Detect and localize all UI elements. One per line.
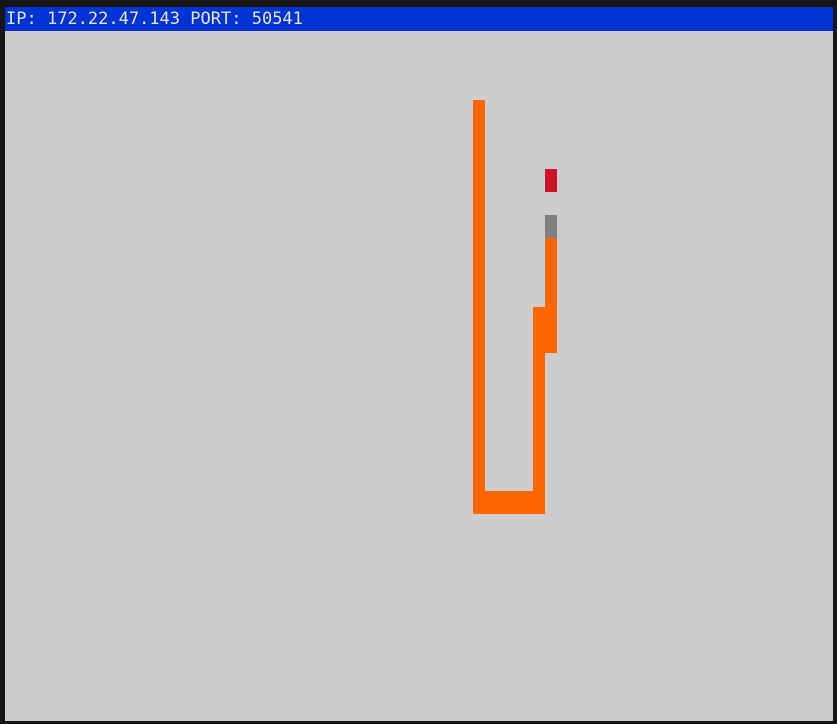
- snake-body-segment: [473, 376, 485, 399]
- snake-body-segment: [473, 146, 485, 169]
- snake-body-segment: [545, 307, 557, 330]
- snake-body-segment: [545, 261, 557, 284]
- snake-body-segment: [533, 399, 545, 422]
- snake-body-segment: [473, 307, 485, 330]
- snake-body-segment: [533, 468, 545, 491]
- snake-body-segment: [533, 376, 545, 399]
- snake-body-segment: [473, 445, 485, 468]
- snake-body-segment: [473, 491, 485, 514]
- port-number: 50541: [251, 9, 303, 29]
- game-board: [5, 31, 833, 721]
- snake-body-segment: [473, 284, 485, 307]
- connection-status-bar: IP: 172.22.47.143 PORT: 50541: [5, 7, 833, 31]
- snake-body-segment: [473, 100, 485, 123]
- snake-body-segment: [497, 491, 509, 514]
- snake-body-segment: [473, 215, 485, 238]
- snake-body-segment: [473, 261, 485, 284]
- snake-body-segment: [473, 123, 485, 146]
- snake-body-segment: [473, 192, 485, 215]
- game-window: IP: 172.22.47.143 PORT: 50541: [5, 7, 833, 721]
- snake-head: [545, 215, 557, 238]
- snake-body-segment: [545, 284, 557, 307]
- snake-body-segment: [473, 238, 485, 261]
- snake-body-segment: [533, 307, 545, 330]
- snake-body-segment: [533, 422, 545, 445]
- snake-body-segment: [473, 330, 485, 353]
- snake-body-segment: [533, 445, 545, 468]
- port-label: PORT:: [190, 9, 242, 29]
- snake-body-segment: [473, 353, 485, 376]
- snake-body-segment: [473, 399, 485, 422]
- snake-body-segment: [473, 169, 485, 192]
- ip-address: 172.22.47.143: [46, 9, 181, 29]
- snake-body-segment: [509, 491, 521, 514]
- snake-body-segment: [533, 353, 545, 376]
- snake-body-segment: [473, 422, 485, 445]
- snake-body-segment: [533, 491, 545, 514]
- snake-body-segment: [473, 468, 485, 491]
- snake-body-segment: [545, 330, 557, 353]
- snake-body-segment: [545, 238, 557, 261]
- food-item: [545, 169, 557, 192]
- snake-body-segment: [521, 491, 533, 514]
- snake-body-segment: [533, 330, 545, 353]
- ip-label: IP:: [6, 9, 37, 29]
- snake-body-segment: [485, 491, 497, 514]
